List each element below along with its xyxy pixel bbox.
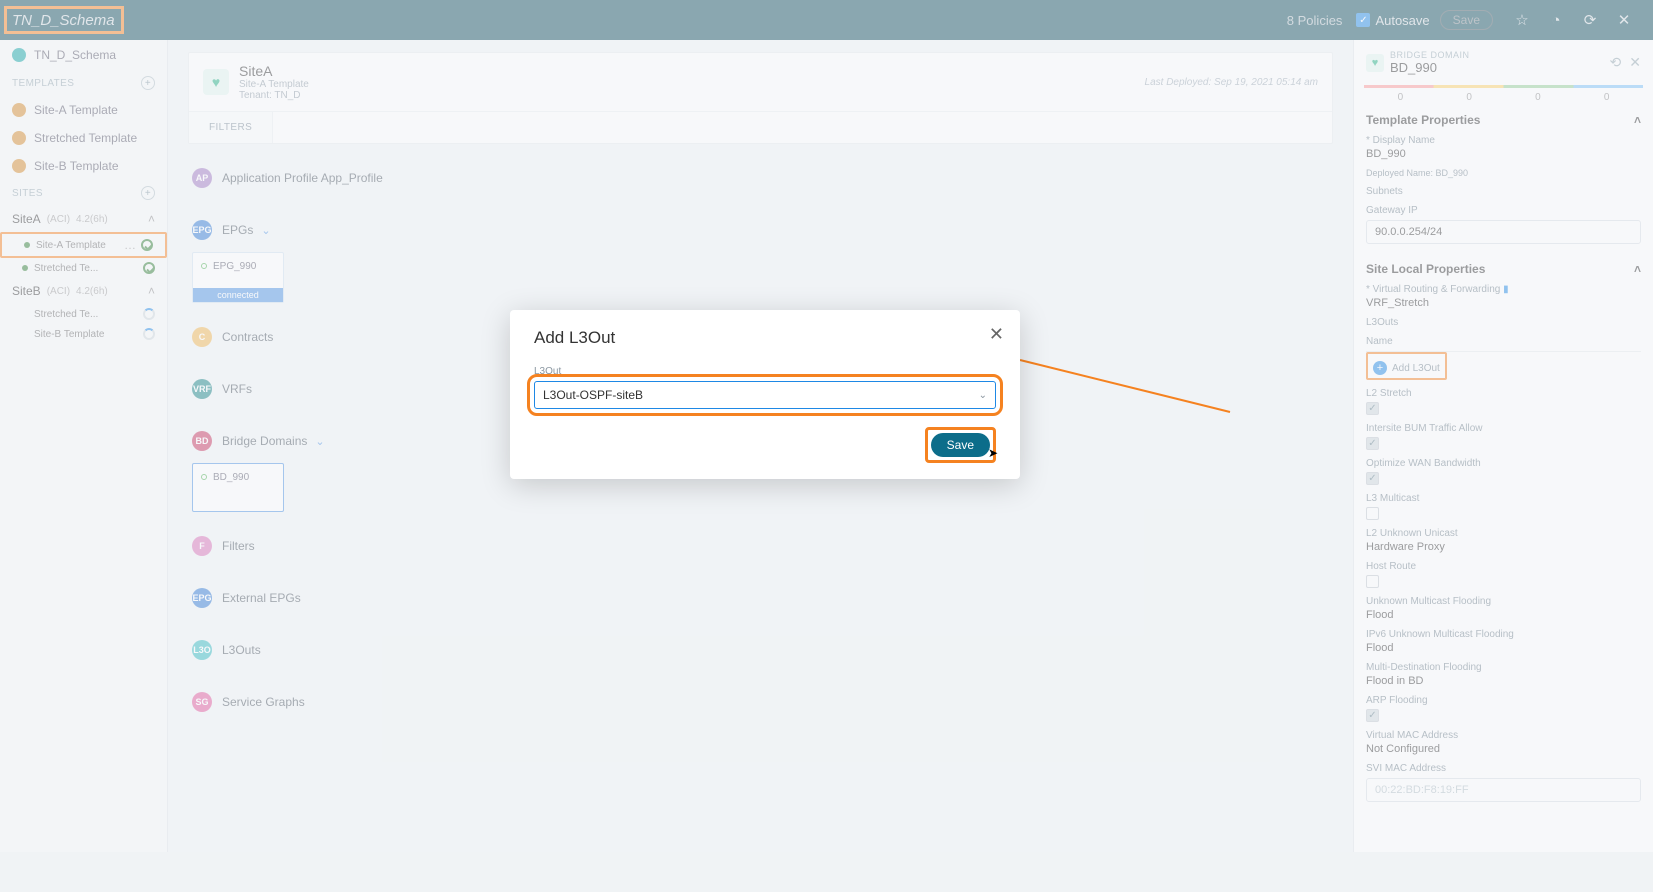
cursor-icon: ➤ [988,446,998,460]
modal-close-icon[interactable]: ✕ [989,324,1004,345]
add-l3out-modal: Add L3Out ✕ L3Out L3Out-OSPF-siteB ⌄ Sav… [510,310,1020,479]
l3out-selected-value: L3Out-OSPF-siteB [543,388,643,402]
chevron-down-icon: ⌄ [979,390,987,401]
l3out-select[interactable]: L3Out-OSPF-siteB ⌄ [534,381,996,409]
l3out-field-label: L3Out [534,366,996,377]
highlight-save: Save [925,427,996,463]
modal-save-button[interactable]: Save [931,433,990,457]
modal-title: Add L3Out [534,328,996,348]
